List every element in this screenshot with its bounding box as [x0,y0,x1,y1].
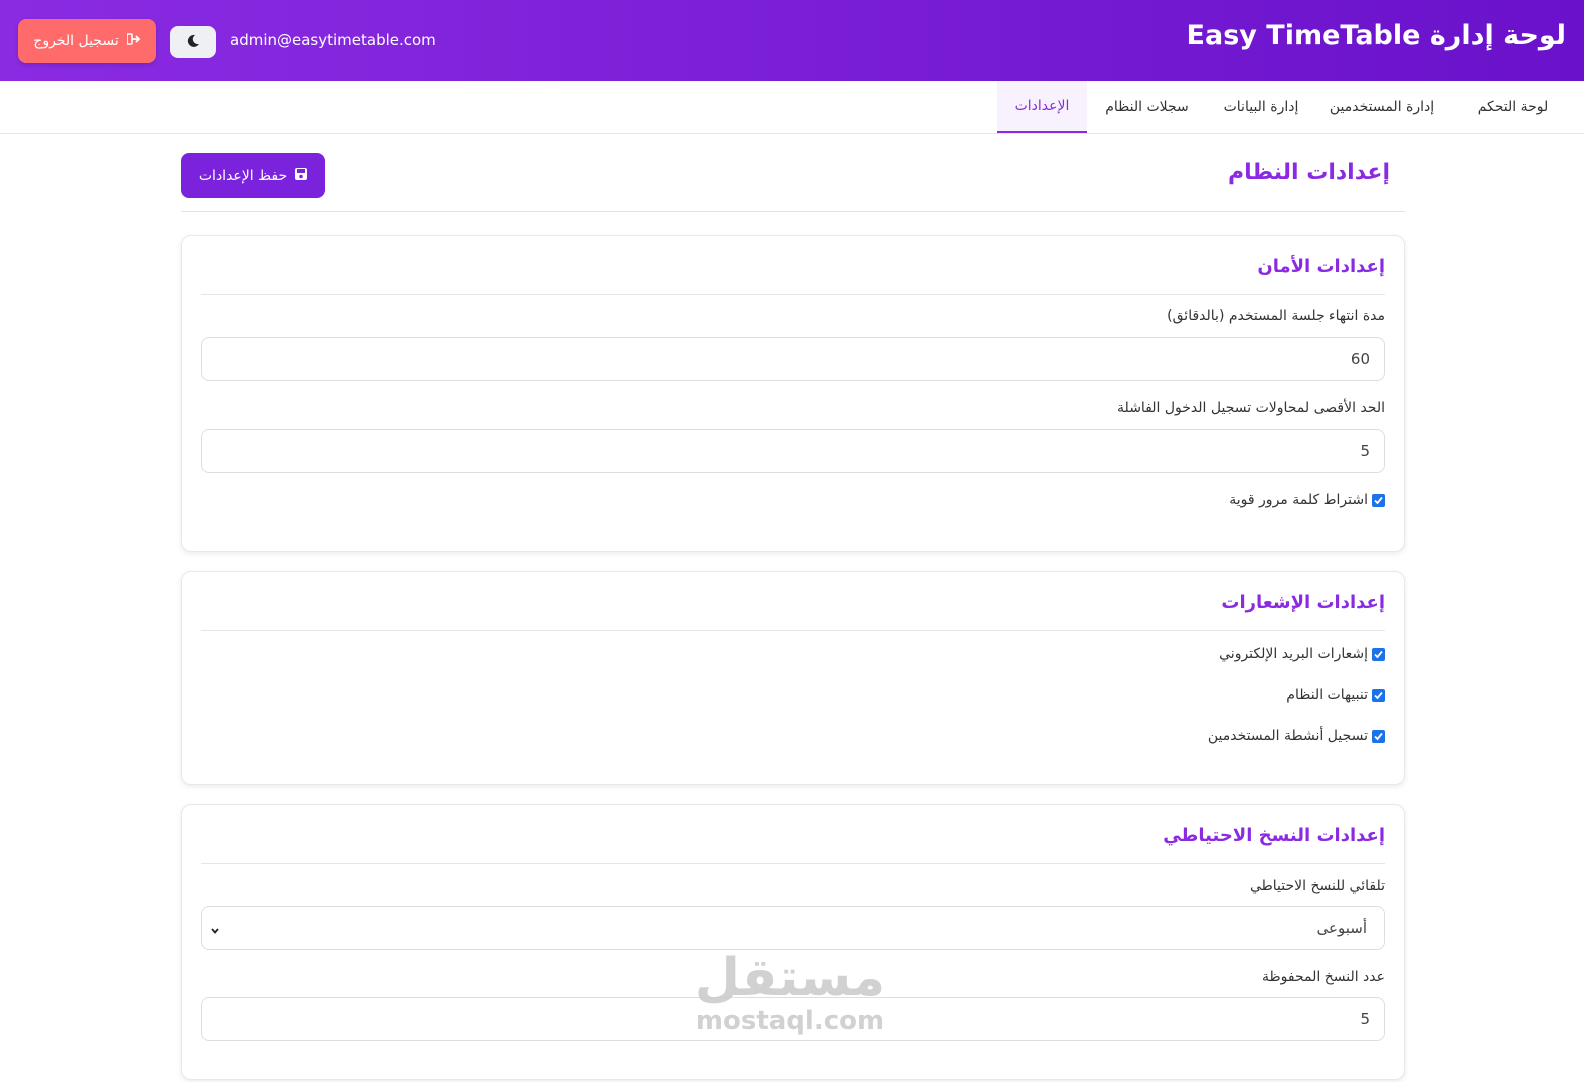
tab-users[interactable]: إدارة المستخدمين [1320,81,1444,133]
notifications-title: إعدادات الإشعارات [1221,592,1385,613]
max-attempts-input[interactable]: 5 [201,429,1385,473]
watermark-latin: mostaql.com [695,1006,885,1036]
card-divider [201,863,1385,864]
user-email: admin@easytimetable.com [230,31,436,49]
moon-icon [186,33,200,52]
sign-out-icon [125,33,141,49]
activity-log-checkbox[interactable] [1372,729,1385,743]
activity-log-label: تسجيل أنشطة المستخدمين [1207,728,1368,744]
watermark-logo: مستقل mostaql.com [690,950,890,1036]
top-header: لوحة إدارة Easy TimeTable تسجيل الخروج a… [0,0,1584,81]
save-label: حفظ الإعدادات [198,167,288,184]
security-title: إعدادات الأمان [1257,256,1385,277]
app-title: لوحة إدارة Easy TimeTable [1186,20,1566,51]
system-alerts-label: تنبيهات النظام [1286,687,1368,703]
backup-frequency-label: تلقائي للنسخ الاحتياطي [1249,878,1385,894]
max-attempts-label: الحد الأقصى لمحاولات تسجيل الدخول الفاشل… [1117,400,1385,416]
email-notifications-checkbox[interactable] [1372,647,1385,661]
activity-log-option: تسجيل أنشطة المستخدمين [1208,728,1385,744]
system-alerts-option: تنبيهات النظام [1286,687,1385,703]
security-settings-card: إعدادات الأمان مدة انتهاء جلسة المستخدم … [181,235,1405,552]
session-timeout-input[interactable]: 60 [201,337,1385,381]
strong-password-option: اشتراط كلمة مرور قوية [1229,492,1385,508]
main-nav: لوحة التحكم إدارة المستخدمين إدارة البيا… [0,81,1584,134]
watermark-arabic: مستقل [694,948,886,1008]
backup-frequency-value: أسبوعى [1316,919,1367,937]
backup-settings-card: إعدادات النسخ الاحتياطي تلقائي للنسخ الا… [181,804,1405,1080]
notification-settings-card: إعدادات الإشعارات إشعارات البريد الإلكتر… [181,571,1405,785]
system-alerts-checkbox[interactable] [1372,688,1385,702]
logout-button[interactable]: تسجيل الخروج [18,19,156,63]
chevron-down-icon [210,922,220,940]
save-icon [295,167,308,184]
logout-label: تسجيل الخروج [33,33,119,49]
backup-title: إعدادات النسخ الاحتياطي [1163,825,1385,846]
title-divider [181,211,1405,212]
strong-password-checkbox[interactable] [1372,493,1385,507]
tab-settings[interactable]: الإعدادات [997,81,1087,133]
email-notifications-option: إشعارات البريد الإلكتروني [1219,646,1385,662]
backup-count-label: عدد النسخ المحفوظة [1262,969,1385,985]
backup-frequency-select[interactable]: أسبوعى [201,906,1385,950]
tab-data[interactable]: إدارة البيانات [1215,81,1307,133]
card-divider [201,630,1385,631]
strong-password-label: اشتراط كلمة مرور قوية [1229,492,1368,508]
session-timeout-label: مدة انتهاء جلسة المستخدم (بالدقائق) [1167,308,1385,324]
page-title: إعدادات النظام [1227,160,1390,185]
tab-logs[interactable]: سجلات النظام [1097,81,1197,133]
save-settings-button[interactable]: حفظ الإعدادات [181,153,325,198]
email-notifications-label: إشعارات البريد الإلكتروني [1219,646,1368,662]
card-divider [201,294,1385,295]
tab-dashboard[interactable]: لوحة التحكم [1461,81,1565,133]
theme-toggle-button[interactable] [170,26,216,58]
